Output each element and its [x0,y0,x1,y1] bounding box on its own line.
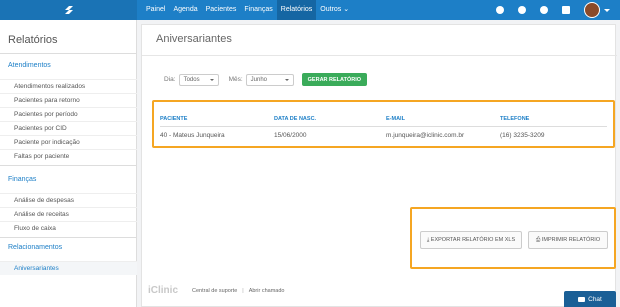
top-icons [496,0,620,20]
filters-row: Dia: Todos Mês: Junho GERAR RELATÓRIO [164,73,368,86]
nav-agenda[interactable]: Agenda [169,0,201,20]
sidebar-title: Relatórios [8,34,58,46]
day-select-value: Todos [183,76,200,83]
nav-outros[interactable]: Outros ⌄ [316,0,353,20]
sidebar-item-fluxo-caixa[interactable]: Fluxo de caixa [0,221,137,235]
sidebar-item-analise-receitas[interactable]: Análise de receitas [0,207,137,221]
page-title: Aniversariantes [156,33,232,45]
user-menu-caret-icon[interactable] [604,8,610,12]
report-table: PACIENTE DATA DE NASC. E-MAIL TELEFONE 4… [152,100,615,148]
export-xls-label: EXPORTAR RELATÓRIO EM XLS [430,237,516,243]
app-logo[interactable] [0,0,137,20]
nav-painel[interactable]: Painel [142,0,169,20]
chat-button[interactable]: Chat [564,291,616,307]
sidebar-group-relacionamentos: Relacionamentos [8,244,63,251]
header-email: E-MAIL [386,116,405,122]
chevron-down-icon [209,78,214,81]
sidebar-divider [0,237,137,238]
header-paciente: PACIENTE [160,116,188,122]
print-report-label: IMPRIMIR RELATÓRIO [541,237,601,243]
iclinic-logo-icon [64,6,73,14]
settings-icon[interactable] [518,6,526,14]
help-icon[interactable] [562,6,570,14]
cell-telefone: (16) 3235-3209 [500,132,545,139]
month-select-value: Junho [250,76,268,83]
sidebar-item-atendimentos-realizados[interactable]: Atendimentos realizados [0,79,137,93]
footer-logo: iClinic [148,285,179,296]
chevron-down-icon [284,78,289,81]
user-avatar[interactable] [584,2,600,18]
sidebar-item-faltas-paciente[interactable]: Faltas por paciente [0,149,137,163]
sidebar-group-atendimentos: Atendimentos [8,62,51,69]
header-telefone: TELEFONE [500,116,530,122]
nav-financas[interactable]: Finanças [240,0,276,20]
sidebar: Relatórios Atendimentos Atendimentos rea… [0,20,137,307]
sidebar-item-aniversariantes[interactable]: Aniversariantes [0,261,137,275]
cell-paciente: 40 - Mateus Junqueira [160,132,225,139]
chat-icon [578,296,586,302]
support-link[interactable]: Central de suporte [192,288,237,294]
sidebar-divider [0,53,137,54]
export-xls-button[interactable]: ⤓ EXPORTAR RELATÓRIO EM XLS [420,231,522,249]
sidebar-item-pacientes-retorno[interactable]: Pacientes para retorno [0,93,137,107]
footer: iClinic Central de suporte | Abrir chama… [148,285,284,296]
footer-separator: | [242,287,244,294]
table-divider [160,126,607,127]
sidebar-divider [0,165,137,166]
main-panel: Aniversariantes Dia: Todos Mês: Junho GE… [141,24,617,307]
month-label: Mês: [228,76,243,83]
sidebar-group-financas: Finanças [8,176,37,183]
cell-email: m.junqueira@iclinic.com.br [386,132,465,139]
add-icon[interactable] [496,6,504,14]
cell-data-nasc: 15/06/2000 [274,132,307,139]
day-select[interactable]: Todos [178,73,219,86]
print-report-button[interactable]: ⎙ IMPRIMIR RELATÓRIO [528,231,608,249]
header-data-nasc: DATA DE NASC. [274,116,317,122]
export-actions: ⤓ EXPORTAR RELATÓRIO EM XLS ⎙ IMPRIMIR R… [410,207,616,269]
sidebar-item-pacientes-periodo[interactable]: Pacientes por período [0,107,137,121]
title-divider [142,55,617,56]
main-nav: Painel Agenda Pacientes Finanças Relatór… [142,0,353,20]
sidebar-item-pacientes-cid[interactable]: Pacientes por CID [0,121,137,135]
notification-bell-icon[interactable] [540,6,548,14]
sidebar-item-analise-despesas[interactable]: Análise de despesas [0,193,137,207]
nav-pacientes[interactable]: Pacientes [202,0,241,20]
month-select[interactable]: Junho [245,73,294,86]
top-navbar: Painel Agenda Pacientes Finanças Relatór… [0,0,620,20]
nav-outros-label: Outros [320,6,342,13]
chevron-down-icon: ⌄ [343,6,350,13]
chat-label: Chat [588,295,602,303]
nav-relatorios[interactable]: Relatórios [276,0,317,20]
sidebar-item-paciente-indicacao[interactable]: Paciente por indicação [0,135,137,149]
day-label: Dia: [164,76,176,83]
generate-report-button[interactable]: GERAR RELATÓRIO [301,73,368,86]
open-ticket-link[interactable]: Abrir chamado [249,288,285,294]
